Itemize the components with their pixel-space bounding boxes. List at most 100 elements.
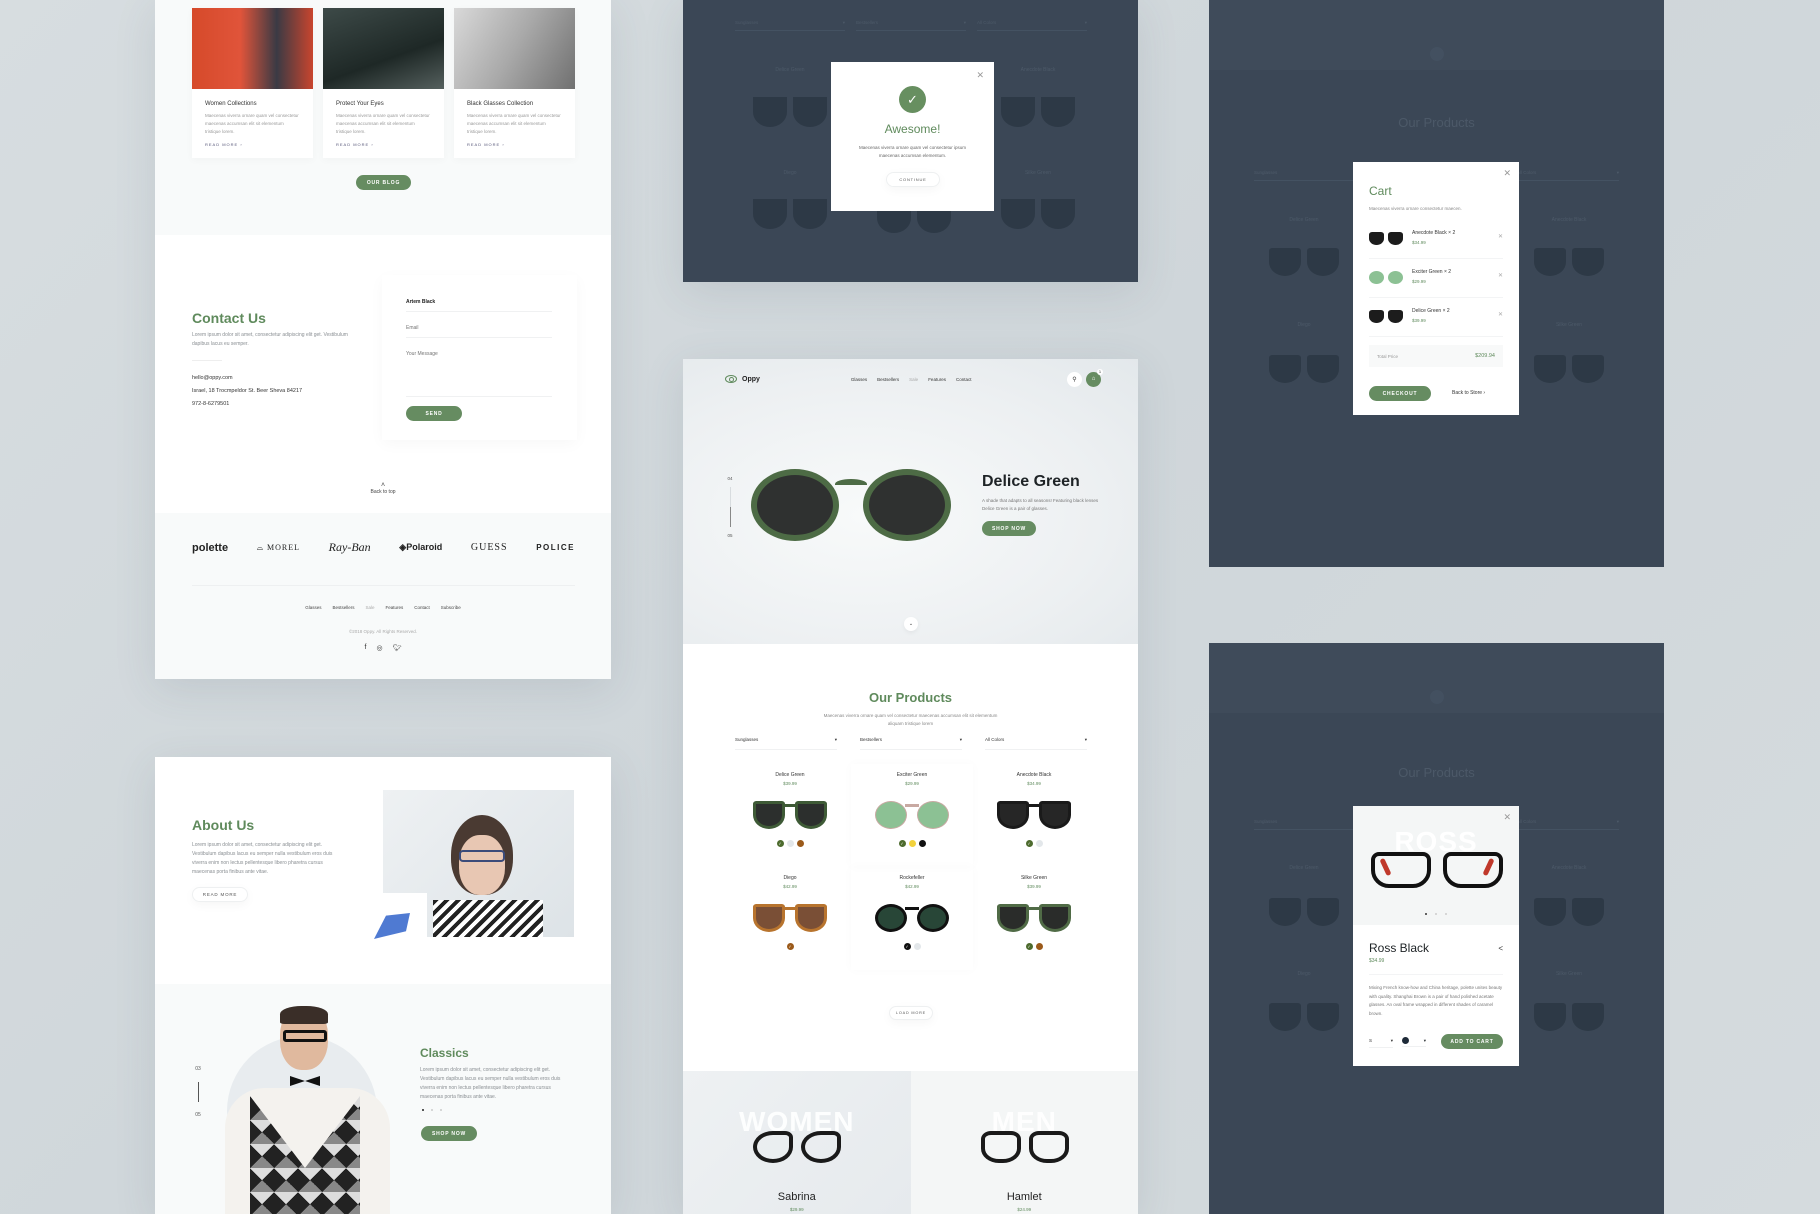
color-swatch[interactable] <box>918 840 926 847</box>
footer-link-sale[interactable]: Sale <box>365 605 374 610</box>
background-filter: Sunglasses▾ <box>1254 170 1356 181</box>
cart-button[interactable]: ⌂ 1 <box>1086 368 1103 387</box>
product-card[interactable]: Delice Green $39.99 ✓ <box>729 764 851 867</box>
product-name: Diego <box>783 875 797 881</box>
read-more-link[interactable]: READ MORE › <box>467 142 562 147</box>
read-more-button[interactable]: READ MORE <box>192 887 248 902</box>
sort-filter-select[interactable]: Bestsellers ▾ <box>860 737 962 750</box>
gallery-dot[interactable] <box>1445 913 1447 915</box>
nav-link-sale[interactable]: Sale <box>909 377 918 382</box>
color-filter-select[interactable]: All Colors ▾ <box>985 737 1087 750</box>
color-swatch[interactable]: ✓ <box>898 840 906 847</box>
blog-card[interactable]: Protect Your Eyes Maecenas viverra ornar… <box>323 8 444 158</box>
load-more-button[interactable]: LOAD MORE <box>889 1006 933 1020</box>
color-swatch <box>1402 1037 1409 1044</box>
shop-now-button[interactable]: SHOP NOW <box>982 521 1036 536</box>
about-text: Lorem ipsum dolor sit amet, consectetur … <box>192 842 333 875</box>
remove-item-icon[interactable]: ✕ <box>1498 311 1503 318</box>
color-swatch[interactable] <box>1035 943 1043 950</box>
gallery-dot[interactable] <box>1435 913 1437 915</box>
product-card[interactable]: Exciter Green $29.99 ✓ <box>851 764 973 867</box>
footer-link-glasses[interactable]: Glasses <box>305 605 321 610</box>
message-field[interactable] <box>406 351 552 397</box>
color-swatch[interactable] <box>786 840 794 847</box>
type-filter-select[interactable]: Sunglasses ▾ <box>735 737 837 750</box>
checkout-button[interactable]: CHECKOUT <box>1369 386 1431 401</box>
carousel-dot[interactable] <box>422 1109 424 1111</box>
share-icon[interactable]: < <box>1498 944 1503 953</box>
name-field[interactable] <box>406 299 552 312</box>
carousel-dot[interactable] <box>431 1109 433 1111</box>
color-swatch[interactable]: ✓ <box>1025 840 1033 847</box>
contact-phone[interactable]: 972-8-6279501 <box>192 398 302 411</box>
products-title: Our Products <box>868 690 953 705</box>
chevron-down-icon: ▾ <box>834 737 837 742</box>
cart-title: Cart <box>1369 184 1392 198</box>
search-icon: ⚲ <box>1072 376 1077 383</box>
category-men[interactable]: MEN Hamlet $24.99 <box>910 1071 1138 1214</box>
close-icon[interactable]: ✕ <box>1503 812 1511 823</box>
product-card[interactable]: Anecdote Black $34.99 ✓ <box>973 764 1095 867</box>
back-to-store-link[interactable]: Back to Store › <box>1452 390 1485 396</box>
nav-link-features[interactable]: Features <box>928 377 946 382</box>
nav-link-glasses[interactable]: Glasses <box>851 377 867 382</box>
scroll-down-button[interactable]: ⌄ <box>904 617 918 631</box>
product-description: Mixing French know-how and China heritag… <box>1369 985 1503 1016</box>
size-select[interactable]: S ▾ <box>1369 1038 1393 1048</box>
footer-link-contact[interactable]: Contact <box>414 605 430 610</box>
send-button[interactable]: SEND <box>406 406 462 421</box>
read-more-link[interactable]: READ MORE › <box>336 142 431 147</box>
remove-item-icon[interactable]: ✕ <box>1498 233 1503 240</box>
blog-card[interactable]: Black Glasses Collection Maecenas viverr… <box>454 8 575 158</box>
nav-link-bestsellers[interactable]: Bestsellers <box>877 377 899 382</box>
instagram-icon[interactable]: ◎ <box>376 644 382 652</box>
product-card[interactable]: Rockefeller $42.99 ✓ <box>851 867 973 970</box>
nav-link-contact[interactable]: Contact <box>956 377 972 382</box>
twitter-icon[interactable]: 🐦︎ <box>393 644 402 652</box>
color-swatch[interactable]: ✓ <box>786 943 794 950</box>
filter-label: All Colors <box>977 20 997 25</box>
carousel-dot[interactable] <box>440 1109 442 1111</box>
footer-link-bestsellers[interactable]: Bestsellers <box>332 605 354 610</box>
add-to-cart-button[interactable]: ADD TO CART <box>1441 1034 1503 1049</box>
contact-email[interactable]: hello@oppy.com <box>192 372 302 385</box>
color-swatch[interactable]: ✓ <box>903 943 911 950</box>
shop-now-button[interactable]: SHOP NOW <box>421 1126 477 1141</box>
search-button[interactable]: ⚲ <box>1067 371 1082 387</box>
footer-link-subscribe[interactable]: Subscribe <box>441 605 461 610</box>
our-blog-button[interactable]: OUR BLOG <box>356 175 411 190</box>
top-nav: Oppy Glasses Bestsellers Sale Features C… <box>725 368 1103 389</box>
close-icon[interactable]: ✕ <box>1503 168 1511 179</box>
logo[interactable]: Oppy <box>725 375 760 383</box>
color-swatch[interactable] <box>1035 840 1043 847</box>
color-swatch[interactable] <box>796 840 804 847</box>
color-swatch[interactable]: ✓ <box>776 840 784 847</box>
brand-logo-police: POLICE <box>536 543 575 552</box>
continue-button[interactable]: CONTINUE <box>886 172 940 187</box>
color-swatch[interactable]: ✓ <box>1025 943 1033 950</box>
close-icon[interactable]: ✕ <box>976 70 984 81</box>
blog-card[interactable]: Women Collections Maecenas viverra ornar… <box>192 8 313 158</box>
color-select[interactable]: ▾ <box>1402 1037 1426 1047</box>
footer-link-features[interactable]: Features <box>386 605 404 610</box>
check-icon: ✓ <box>905 944 909 949</box>
pager-current: 04 <box>727 476 733 481</box>
product-card[interactable]: Silke Green $39.99 ✓ <box>973 867 1095 970</box>
color-swatch[interactable] <box>913 943 921 950</box>
background-product-name: Delice Green <box>1289 865 1319 871</box>
read-more-link[interactable]: READ MORE › <box>205 142 300 147</box>
pager-track[interactable] <box>729 487 731 527</box>
color-swatch[interactable] <box>908 840 916 847</box>
gallery-dot[interactable] <box>1425 913 1427 915</box>
product-card[interactable]: Diego $42.99 ✓ <box>729 867 851 970</box>
background-glasses <box>1269 898 1339 926</box>
email-field[interactable] <box>406 325 552 338</box>
category-women[interactable]: WOMEN Sabrina $29.99 <box>683 1071 911 1214</box>
pager-track[interactable] <box>197 1082 199 1102</box>
lens-right <box>1388 232 1403 245</box>
remove-item-icon[interactable]: ✕ <box>1498 272 1503 279</box>
facebook-icon[interactable]: f <box>365 644 367 652</box>
back-to-top-link[interactable]: ˄ Back to top <box>155 482 611 495</box>
background-filter: All Colors ▾ <box>1517 170 1619 181</box>
chevron-down-icon: ▾ <box>1616 819 1619 824</box>
